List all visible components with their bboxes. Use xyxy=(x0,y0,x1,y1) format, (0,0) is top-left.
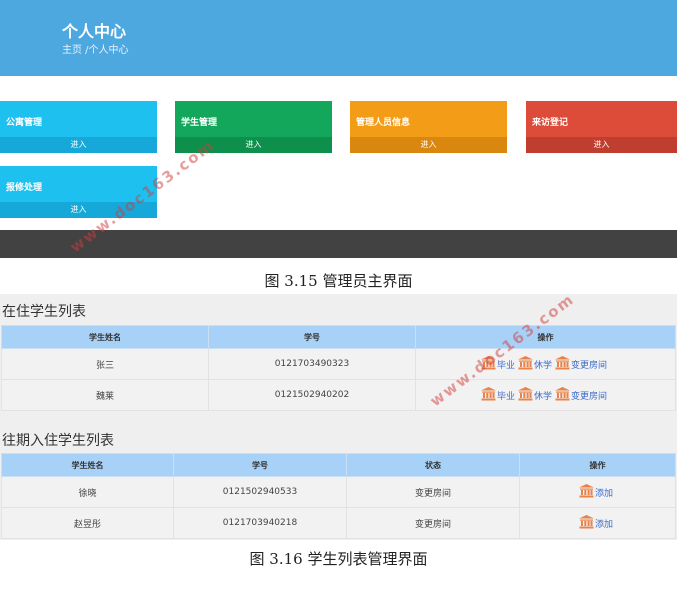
student-id: 0121502940202 xyxy=(208,379,416,411)
past-students-table: 学生姓名 学号 状态 操作 徐晓 0121502940533 变更房间 添加 赵… xyxy=(1,453,676,539)
tile-label: 学生管理 xyxy=(181,118,218,128)
bank-icon xyxy=(517,386,533,404)
student-status: 变更房间 xyxy=(346,507,520,539)
bank-icon xyxy=(517,355,533,373)
student-id: 0121502940533 xyxy=(173,476,347,508)
past-students-title: 往期入住学生列表 xyxy=(2,433,114,449)
suspend-action[interactable]: 休学 xyxy=(517,355,552,373)
bank-icon xyxy=(578,483,594,501)
change-room-link[interactable]: 变更房间 xyxy=(571,358,607,371)
student-name: 徐晓 xyxy=(1,476,174,508)
operations-cell: 添加 xyxy=(519,507,676,539)
bank-icon xyxy=(555,386,570,404)
bank-icon xyxy=(555,355,570,373)
bank-icon xyxy=(480,386,496,404)
table-row: 赵昱彤 0121703940218 变更房间 添加 xyxy=(1,507,676,539)
suspend-link[interactable]: 休学 xyxy=(534,358,552,371)
tile-enter-button[interactable]: 进入 xyxy=(0,137,157,153)
tile-label: 公寓管理 xyxy=(6,118,43,128)
graduate-link[interactable]: 毕业 xyxy=(497,389,515,402)
column-header: 操作 xyxy=(415,325,676,349)
column-header: 学号 xyxy=(173,453,347,477)
suspend-action[interactable]: 休学 xyxy=(517,386,552,404)
column-header: 学号 xyxy=(208,325,416,349)
column-header: 状态 xyxy=(346,453,520,477)
tile-admin-info[interactable]: 管理人员信息 进入 xyxy=(350,101,507,153)
student-id: 0121703490323 xyxy=(208,348,416,380)
tile-label: 管理人员信息 xyxy=(356,118,411,128)
table-row: 张三 0121703490323 毕业 休学 变更房间 xyxy=(1,348,676,380)
change-room-action[interactable]: 变更房间 xyxy=(555,355,607,373)
student-name: 张三 xyxy=(1,348,209,380)
tile-visitor-registration[interactable]: 来访登记 进入 xyxy=(526,101,677,153)
page-header: 个人中心 主页 /个人中心 xyxy=(0,0,677,76)
add-action[interactable]: 添加 xyxy=(578,514,613,532)
table-row: 徐晓 0121502940533 变更房间 添加 xyxy=(1,476,676,508)
add-action[interactable]: 添加 xyxy=(578,483,613,501)
student-list-panel: 在住学生列表 学生姓名 学号 操作 张三 0121703490323 毕业 休学… xyxy=(0,294,677,540)
student-name: 魏莱 xyxy=(1,379,209,411)
add-link[interactable]: 添加 xyxy=(595,517,613,530)
add-link[interactable]: 添加 xyxy=(595,486,613,499)
operations-cell: 添加 xyxy=(519,476,676,508)
student-status: 变更房间 xyxy=(346,476,520,508)
table-row: 魏莱 0121502940202 毕业 休学 变更房间 xyxy=(1,379,676,411)
figure-caption-2: 图 3.16 学生列表管理界面 xyxy=(249,550,428,568)
current-students-title: 在住学生列表 xyxy=(2,304,86,320)
tile-enter-button[interactable]: 进入 xyxy=(526,137,677,153)
change-room-link[interactable]: 变更房间 xyxy=(571,389,607,402)
bank-icon xyxy=(578,514,594,532)
column-header: 学生姓名 xyxy=(1,325,209,349)
suspend-link[interactable]: 休学 xyxy=(534,389,552,402)
current-students-table: 学生姓名 学号 操作 张三 0121703490323 毕业 休学 变更房间 魏… xyxy=(1,325,676,411)
tile-label: 报修处理 xyxy=(6,183,43,193)
change-room-action[interactable]: 变更房间 xyxy=(555,386,607,404)
graduate-action[interactable]: 毕业 xyxy=(480,386,515,404)
tile-label: 来访登记 xyxy=(532,118,569,128)
tile-enter-button[interactable]: 进入 xyxy=(350,137,507,153)
tile-apartment-management[interactable]: 公寓管理 进入 xyxy=(0,101,157,153)
breadcrumb[interactable]: 主页 /个人中心 xyxy=(62,41,129,56)
page-title: 个人中心 xyxy=(62,22,127,41)
column-header: 学生姓名 xyxy=(1,453,174,477)
student-name: 赵昱彤 xyxy=(1,507,174,539)
figure-caption-1: 图 3.15 管理员主界面 xyxy=(264,272,413,290)
student-id: 0121703940218 xyxy=(173,507,347,539)
column-header: 操作 xyxy=(519,453,676,477)
